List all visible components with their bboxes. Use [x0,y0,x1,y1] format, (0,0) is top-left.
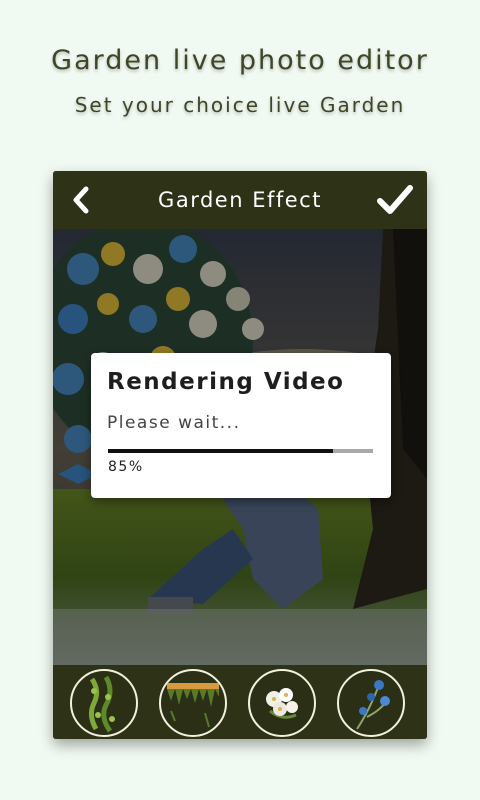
phone-frame: Garden Effect Rendering Video Please wai… [53,171,427,739]
photo-preview: Rendering Video Please wait... 85% [53,229,427,665]
white-flowers-icon [266,688,298,719]
blue-flowers-effect-button[interactable] [337,669,405,737]
screen-title: Garden Effect [158,188,322,212]
effects-bar [53,665,427,739]
vine-icon [88,675,115,733]
vine-effect-button[interactable] [70,669,138,737]
blue-flowers-icon [356,680,390,730]
grass-border-icon [167,683,219,728]
rendering-dialog: Rendering Video Please wait... 85% [91,353,391,498]
promo-title: Garden live photo editor [51,45,429,76]
promo-subtitle: Set your choice live Garden [74,93,406,117]
progress-fill [108,449,334,453]
progress-bar [108,449,373,453]
white-flowers-effect-button[interactable] [248,669,316,737]
grass-border-effect-button[interactable] [159,669,227,737]
confirm-button[interactable] [375,180,415,220]
dialog-message: Please wait... [107,413,241,433]
dialog-title: Rendering Video [107,369,345,395]
top-bar: Garden Effect [53,171,427,229]
progress-percent: 85% [108,459,144,475]
back-button[interactable] [63,182,99,218]
checkmark-icon [377,185,413,214]
chevron-left-icon [73,186,89,214]
